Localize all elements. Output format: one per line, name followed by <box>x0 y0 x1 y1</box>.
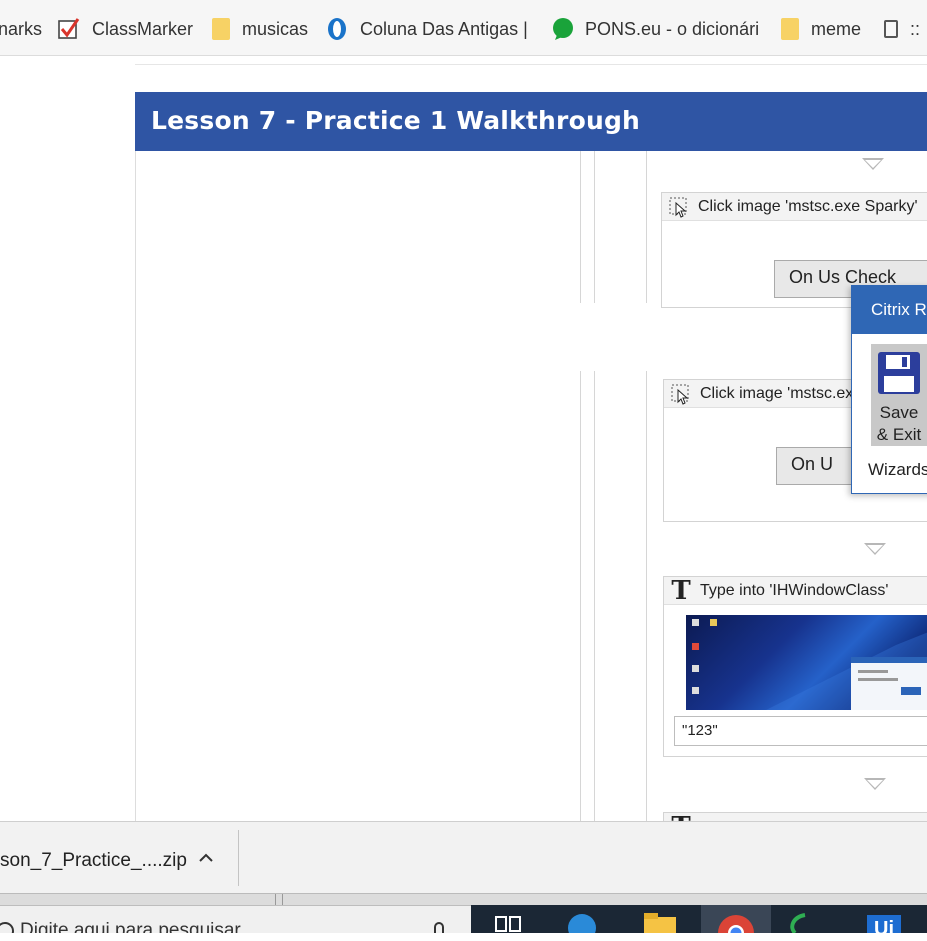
text-value-input[interactable]: "123" <box>674 716 927 746</box>
panel-divider <box>646 151 647 303</box>
preview-label: On Us Check <box>789 267 897 287</box>
screenshot-thumbnail <box>686 615 927 710</box>
popup-title: Citrix Re <box>871 300 927 319</box>
save-exit-label: Save & Exit <box>871 402 927 446</box>
activity-title: Click image 'mstsc.exe Sparky' <box>698 197 918 215</box>
search-placeholder-text: Digite aqui para pesquisar <box>20 920 241 933</box>
panel-divider <box>580 151 581 303</box>
taskbar-search[interactable]: Digite aqui para pesquisar <box>0 905 471 933</box>
opera-icon <box>326 17 348 41</box>
panel-divider <box>580 371 581 821</box>
type-into-icon: T <box>671 575 691 606</box>
bookmark-musicas[interactable]: musicas <box>212 15 308 43</box>
page-title: Lesson 7 - Practice 1 Walkthrough <box>151 106 641 135</box>
bookmark-pons[interactable]: PONS.eu - o dicionári <box>551 15 759 43</box>
click-image-icon <box>670 383 692 405</box>
wizards-group-label: Wizards <box>868 460 927 479</box>
panel-divider <box>646 371 647 821</box>
activity-header: Click image 'mstsc.exe Sparky' <box>662 193 927 221</box>
activity-type-into[interactable]: T <box>663 812 927 821</box>
preview-label: On U <box>791 454 834 474</box>
uipath-label: Ui <box>874 918 894 933</box>
bookmarks-bar: narks ClassMarker musicas Coluna Das Ant… <box>0 0 927 56</box>
file-explorer-icon[interactable] <box>643 913 677 941</box>
window-edge <box>0 893 927 906</box>
taskbar-apps: Ui <box>471 905 927 941</box>
lesson-content: Click image 'mstsc.exe Sparky' On Us Che… <box>135 151 927 821</box>
bookmark-label: meme <box>811 18 862 39</box>
green-app-icon[interactable] <box>787 913 811 941</box>
folder-icon <box>781 18 799 40</box>
download-bar: son_7_Practice_....zip <box>0 821 927 893</box>
activity-header: T Type into 'IHWindowClass' <box>664 577 927 605</box>
edge-icon[interactable] <box>567 913 597 941</box>
uipath-icon[interactable]: Ui <box>867 915 901 933</box>
citrix-recording-popup: Citrix Re Save & Exit Wizards <box>851 285 927 494</box>
search-placeholder: Digite aqui para pesquisar <box>0 920 241 933</box>
floppy-disk-icon <box>876 350 922 401</box>
folder-icon <box>212 18 230 40</box>
activity-title: Click image 'mstsc.exe <box>700 384 863 402</box>
pons-icon <box>551 17 573 41</box>
search-icon <box>0 921 14 933</box>
download-item[interactable]: son_7_Practice_....zip <box>0 850 187 872</box>
lesson-header: Lesson 7 - Practice 1 Walkthrough <box>135 92 927 151</box>
popup-header: Citrix Re <box>852 286 927 334</box>
bookmark-label: musicas <box>242 18 309 39</box>
activity-header: T <box>664 813 927 821</box>
bookmark-label: :: <box>910 18 921 39</box>
bookmark-label: Coluna Das Antigas | <box>360 18 528 39</box>
bookmark-classmarker[interactable]: ClassMarker <box>58 15 193 43</box>
chevron-up-icon[interactable] <box>196 848 216 868</box>
chrome-icon[interactable] <box>701 905 771 941</box>
exit-label-line: & Exit <box>876 425 922 444</box>
panel-divider <box>594 151 595 303</box>
flow-arrow-icon <box>864 778 886 790</box>
bookmark-bookmarks[interactable]: narks <box>0 15 42 43</box>
save-label-line: Save <box>879 403 919 422</box>
divider <box>135 64 927 65</box>
classmarker-check-icon <box>58 17 80 41</box>
flow-arrow-icon <box>862 158 884 170</box>
text-value: "123" <box>682 722 718 739</box>
microphone-icon[interactable] <box>434 922 444 933</box>
task-view-icon[interactable] <box>495 913 521 941</box>
bookmark-meme[interactable]: meme <box>781 15 861 43</box>
bookmark-more[interactable]: :: <box>884 15 920 43</box>
bookmark-label: narks <box>0 18 43 39</box>
taskbar: Digite aqui para pesquisar Ui <box>0 905 927 941</box>
click-image-icon <box>668 196 690 218</box>
divider <box>238 830 239 886</box>
page-icon <box>884 20 898 38</box>
bookmark-label: PONS.eu - o dicionári <box>585 18 760 39</box>
bookmark-label: ClassMarker <box>92 18 194 39</box>
flow-arrow-icon <box>864 543 886 555</box>
bookmark-coluna-das-antigas[interactable]: Coluna Das Antigas | <box>326 15 528 43</box>
activity-type-into[interactable]: T Type into 'IHWindowClass' "123" <box>663 576 927 757</box>
activity-title: Type into 'IHWindowClass' <box>700 581 889 599</box>
panel-divider <box>594 371 595 821</box>
save-exit-button[interactable]: Save & Exit <box>871 344 927 446</box>
